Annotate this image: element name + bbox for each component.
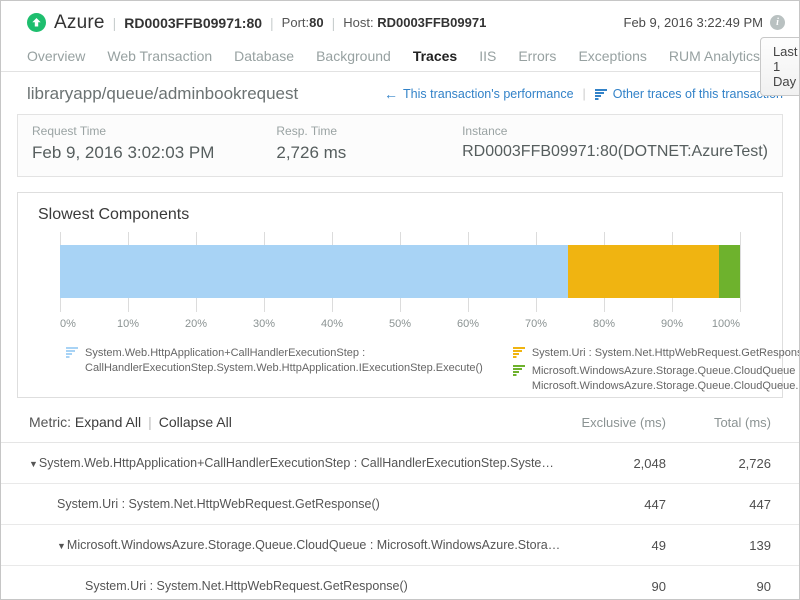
transaction-name: libraryapp/queue/adminbookrequest [27,84,298,104]
tab-background[interactable]: Background [316,48,391,64]
collapse-all-button[interactable]: Collapse All [159,414,232,430]
legend-item: System.Web.HttpApplication+CallHandlerEx… [66,346,483,376]
total-ms-value: 90 [666,579,771,594]
column-header-total: Total (ms) [666,415,771,430]
table-row[interactable]: System.Uri : System.Net.HttpWebRequest.G… [1,484,799,525]
x-tick-label: 50% [389,318,411,330]
tab-list: Overview Web Transaction Database Backgroun… [27,43,760,64]
resp-time-label: Resp. Time [276,124,462,138]
column-header-exclusive: Exclusive (ms) [561,415,666,430]
legend-item: Microsoft.WindowsAzure.Storage.Queue.Clo… [513,364,800,394]
bar-segment-0[interactable] [60,245,568,298]
x-tick-label: 40% [321,318,343,330]
table-row[interactable]: ▼System.Web.HttpApplication+CallHandlerE… [1,443,799,484]
x-tick-label: 100% [712,318,740,330]
nav-bar: Overview Web Transaction Database Backgroun… [1,39,799,72]
x-axis-ticks: 0% 10% 20% 30% 40% 50% 60% 70% 80% 90% 100% [60,318,740,332]
legend-item: System.Uri : System.Net.HttpWebRequest.G… [513,346,800,361]
chart-title: Slowest Components [18,206,782,224]
request-time-value: Feb 9, 2016 3:02:03 PM [32,143,276,163]
metric-name: System.Uri : System.Net.HttpWebRequest.G… [85,579,561,593]
separator: | [583,87,586,101]
time-range-dropdown[interactable]: Last 1 Day ▼ [760,37,800,96]
metric-table-header: Metric: Expand All | Collapse All Exclus… [1,398,799,442]
time-range-label: Last 1 Day [773,44,798,89]
x-tick-label: 20% [185,318,207,330]
slowest-components-panel: Slowest Components 0% 10% 20% 30% 40% 50% 60% 7… [17,192,783,398]
stacked-bar [60,245,740,298]
transaction-header: libraryapp/queue/adminbookrequest ← This… [1,72,799,114]
tab-errors[interactable]: Errors [518,48,556,64]
x-tick-label: 0% [60,318,76,330]
x-tick-label: 10% [117,318,139,330]
tab-iis[interactable]: IIS [479,48,496,64]
total-ms-value: 139 [666,538,771,553]
request-time-label: Request Time [32,124,276,138]
apm-traces-page: Azure | RD0003FFB09971:80 | Port:80 | Ho… [0,0,800,600]
tab-exceptions[interactable]: Exceptions [578,48,646,64]
app-header: Azure | RD0003FFB09971:80 | Port:80 | Ho… [1,1,799,39]
collapse-triangle-icon[interactable]: ▼ [29,459,38,469]
separator: | [148,414,152,430]
metric-name: System.Uri : System.Net.HttpWebRequest.G… [57,497,561,511]
port-info: Port:80 [282,15,324,30]
resp-time-value: 2,726 ms [276,143,462,163]
instance-block: Instance RD0003FFB09971:80(DOTNET:AzureT… [462,124,768,163]
table-row[interactable]: System.Uri : System.Net.HttpWebRequest.G… [1,566,799,600]
exclusive-ms-value: 2,048 [561,456,666,471]
legend-bars-icon [66,347,79,358]
request-info-panel: Request Time Feb 9, 2016 3:02:03 PM Resp… [17,114,783,177]
resp-time-block: Resp. Time 2,726 ms [276,124,462,163]
server-name: RD0003FFB09971:80 [124,15,262,31]
separator: | [113,15,117,31]
x-tick-label: 80% [593,318,615,330]
gridline [740,232,741,312]
separator: | [270,15,274,31]
chart-legend: System.Web.HttpApplication+CallHandlerEx… [66,346,740,394]
tab-overview[interactable]: Overview [27,48,85,64]
separator: | [332,15,336,31]
total-ms-value: 447 [666,497,771,512]
current-timestamp: Feb 9, 2016 3:22:49 PM [624,15,763,30]
total-ms-value: 2,726 [666,456,771,471]
request-time-block: Request Time Feb 9, 2016 3:02:03 PM [32,124,276,163]
collapse-triangle-icon[interactable]: ▼ [57,541,66,551]
transaction-performance-link[interactable]: ← This transaction's performance [384,86,574,102]
bar-segment-1[interactable] [568,245,719,298]
instance-value: RD0003FFB09971:80(DOTNET:AzureTest) [462,143,768,161]
bar-segment-2[interactable] [719,245,740,298]
exclusive-ms-value: 90 [561,579,666,594]
exclusive-ms-value: 447 [561,497,666,512]
expand-all-button[interactable]: Expand All [75,414,141,430]
metric-table-rows: ▼System.Web.HttpApplication+CallHandlerE… [1,442,799,600]
tab-web-transaction[interactable]: Web Transaction [107,48,212,64]
legend-bars-icon [513,347,526,358]
x-tick-label: 90% [661,318,683,330]
trace-list-icon [595,89,608,100]
exclusive-ms-value: 49 [561,538,666,553]
table-row[interactable]: ▼Microsoft.WindowsAzure.Storage.Queue.Cl… [1,525,799,566]
host-info: Host: RD0003FFB09971 [343,15,486,30]
other-traces-link[interactable]: Other traces of this transaction [595,87,783,101]
info-icon[interactable]: i [770,15,785,30]
tab-traces[interactable]: Traces [413,48,457,64]
x-tick-label: 30% [253,318,275,330]
arrow-left-icon: ← [384,86,398,102]
metric-name: ▼System.Web.HttpApplication+CallHandlerE… [29,456,561,470]
chart-plot-area [60,232,740,312]
app-name: Azure [54,12,105,34]
tab-rum-analytics[interactable]: RUM Analytics [669,48,760,64]
metric-name: ▼Microsoft.WindowsAzure.Storage.Queue.Cl… [57,538,561,552]
x-tick-label: 60% [457,318,479,330]
legend-bars-icon [513,365,526,376]
instance-label: Instance [462,124,768,138]
metric-label: Metric: [29,414,71,430]
health-status-icon [27,13,46,32]
tab-database[interactable]: Database [234,48,294,64]
x-tick-label: 70% [525,318,547,330]
